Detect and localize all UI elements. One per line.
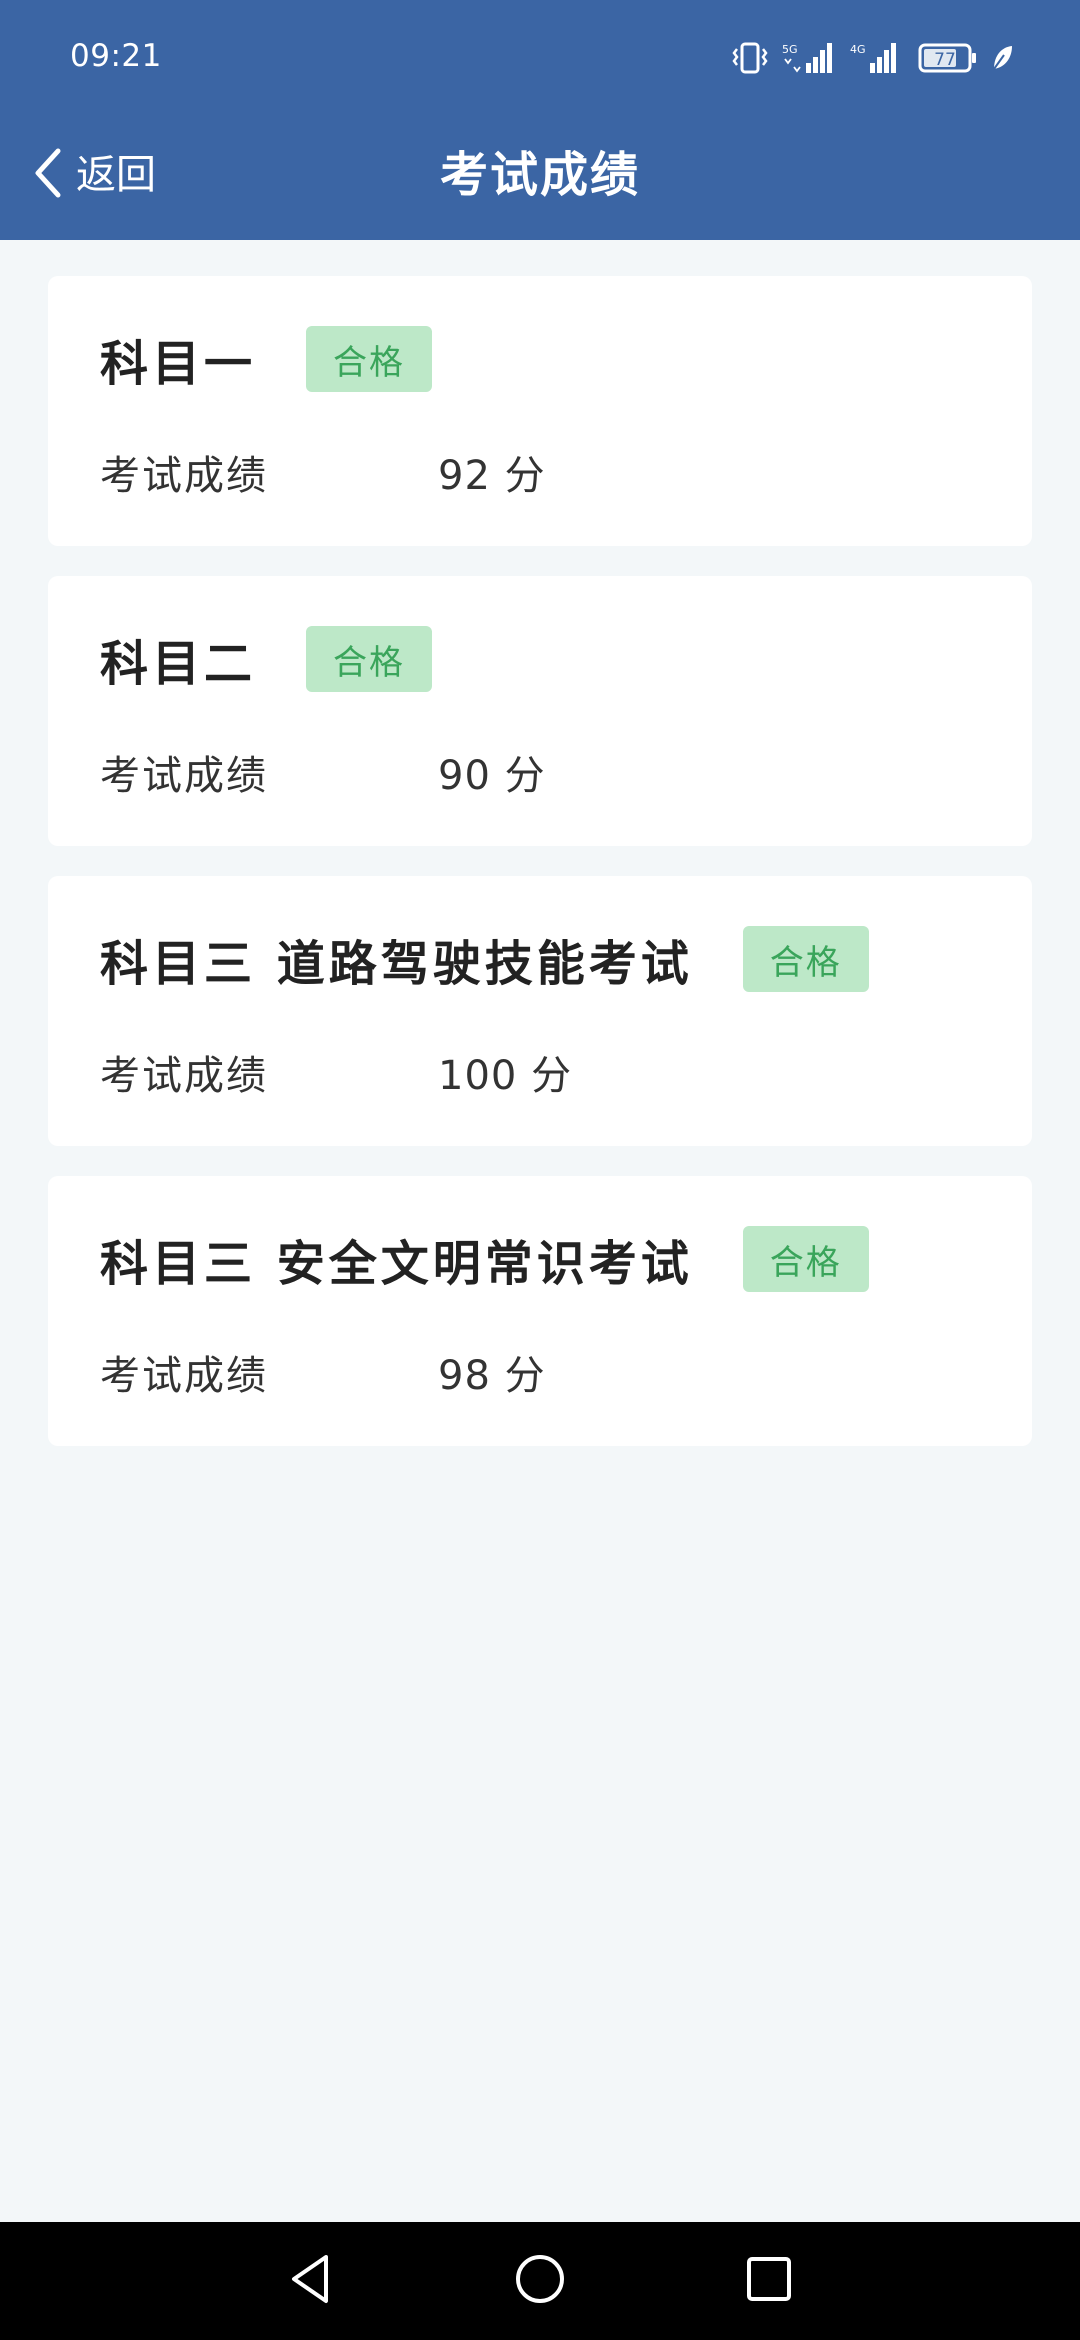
score-row: 考试成绩 100 分	[100, 1044, 572, 1100]
card-head: 科目二 合格	[100, 626, 433, 692]
nav-back-button[interactable]	[275, 2246, 345, 2316]
score-row: 考试成绩 90 分	[100, 744, 546, 800]
nav-recent-button[interactable]	[734, 2246, 804, 2316]
card-title: 科目三 道路驾驶技能考试	[100, 936, 693, 992]
status-badge: 合格	[306, 326, 433, 392]
score-value: 92 分	[438, 453, 546, 499]
app-header: 09:21 5G 4G 77 返回 考试成绩	[0, 0, 1080, 240]
card-head: 科目三 道路驾驶技能考试 合格	[100, 926, 869, 992]
score-row: 考试成绩 98 分	[100, 1344, 546, 1400]
leaf-icon	[990, 43, 1014, 73]
vibrate-icon	[730, 41, 770, 75]
card-title: 科目二	[100, 636, 257, 692]
score-value: 100 分	[438, 1053, 573, 1099]
battery-level: 77	[934, 50, 956, 70]
status-badge: 合格	[742, 1226, 869, 1292]
battery-icon: 77	[918, 41, 978, 75]
net2-label: 4G	[850, 43, 866, 56]
score-value: 90 分	[438, 753, 546, 799]
exam-results-list: 科目一 合格 考试成绩 92 分 科目二 合格 考试成绩 90 分 科目三 道路…	[48, 276, 1032, 1476]
status-icons: 5G 4G 77	[730, 36, 1014, 80]
status-badge: 合格	[742, 926, 869, 992]
result-card-subject3-driving: 科目三 道路驾驶技能考试 合格 考试成绩 100 分	[48, 876, 1032, 1146]
net1-label: 5G	[782, 43, 798, 56]
signal-icon-2: 4G	[850, 41, 906, 75]
score-label: 考试成绩	[100, 1353, 268, 1399]
card-title: 科目三 安全文明常识考试	[100, 1236, 693, 1292]
score-label: 考试成绩	[100, 453, 268, 499]
card-title: 科目一	[100, 336, 257, 392]
card-head: 科目一 合格	[100, 326, 433, 392]
card-head: 科目三 安全文明常识考试 合格	[100, 1226, 869, 1292]
result-card-subject1: 科目一 合格 考试成绩 92 分	[48, 276, 1032, 546]
status-badge: 合格	[306, 626, 433, 692]
square-recent-icon	[743, 2253, 795, 2309]
circle-home-icon	[512, 2251, 568, 2311]
score-row: 考试成绩 92 分	[100, 444, 546, 500]
score-value: 98 分	[438, 1353, 546, 1399]
system-nav-bar	[0, 2222, 1080, 2340]
score-label: 考试成绩	[100, 753, 268, 799]
status-time: 09:21	[70, 38, 162, 74]
page-title: 考试成绩	[439, 147, 640, 203]
signal-icon: 5G	[782, 41, 838, 75]
result-card-subject2: 科目二 合格 考试成绩 90 分	[48, 576, 1032, 846]
nav-home-button[interactable]	[505, 2246, 575, 2316]
triangle-back-icon	[286, 2251, 334, 2311]
score-label: 考试成绩	[100, 1053, 268, 1099]
result-card-subject3-safety: 科目三 安全文明常识考试 合格 考试成绩 98 分	[48, 1176, 1032, 1446]
